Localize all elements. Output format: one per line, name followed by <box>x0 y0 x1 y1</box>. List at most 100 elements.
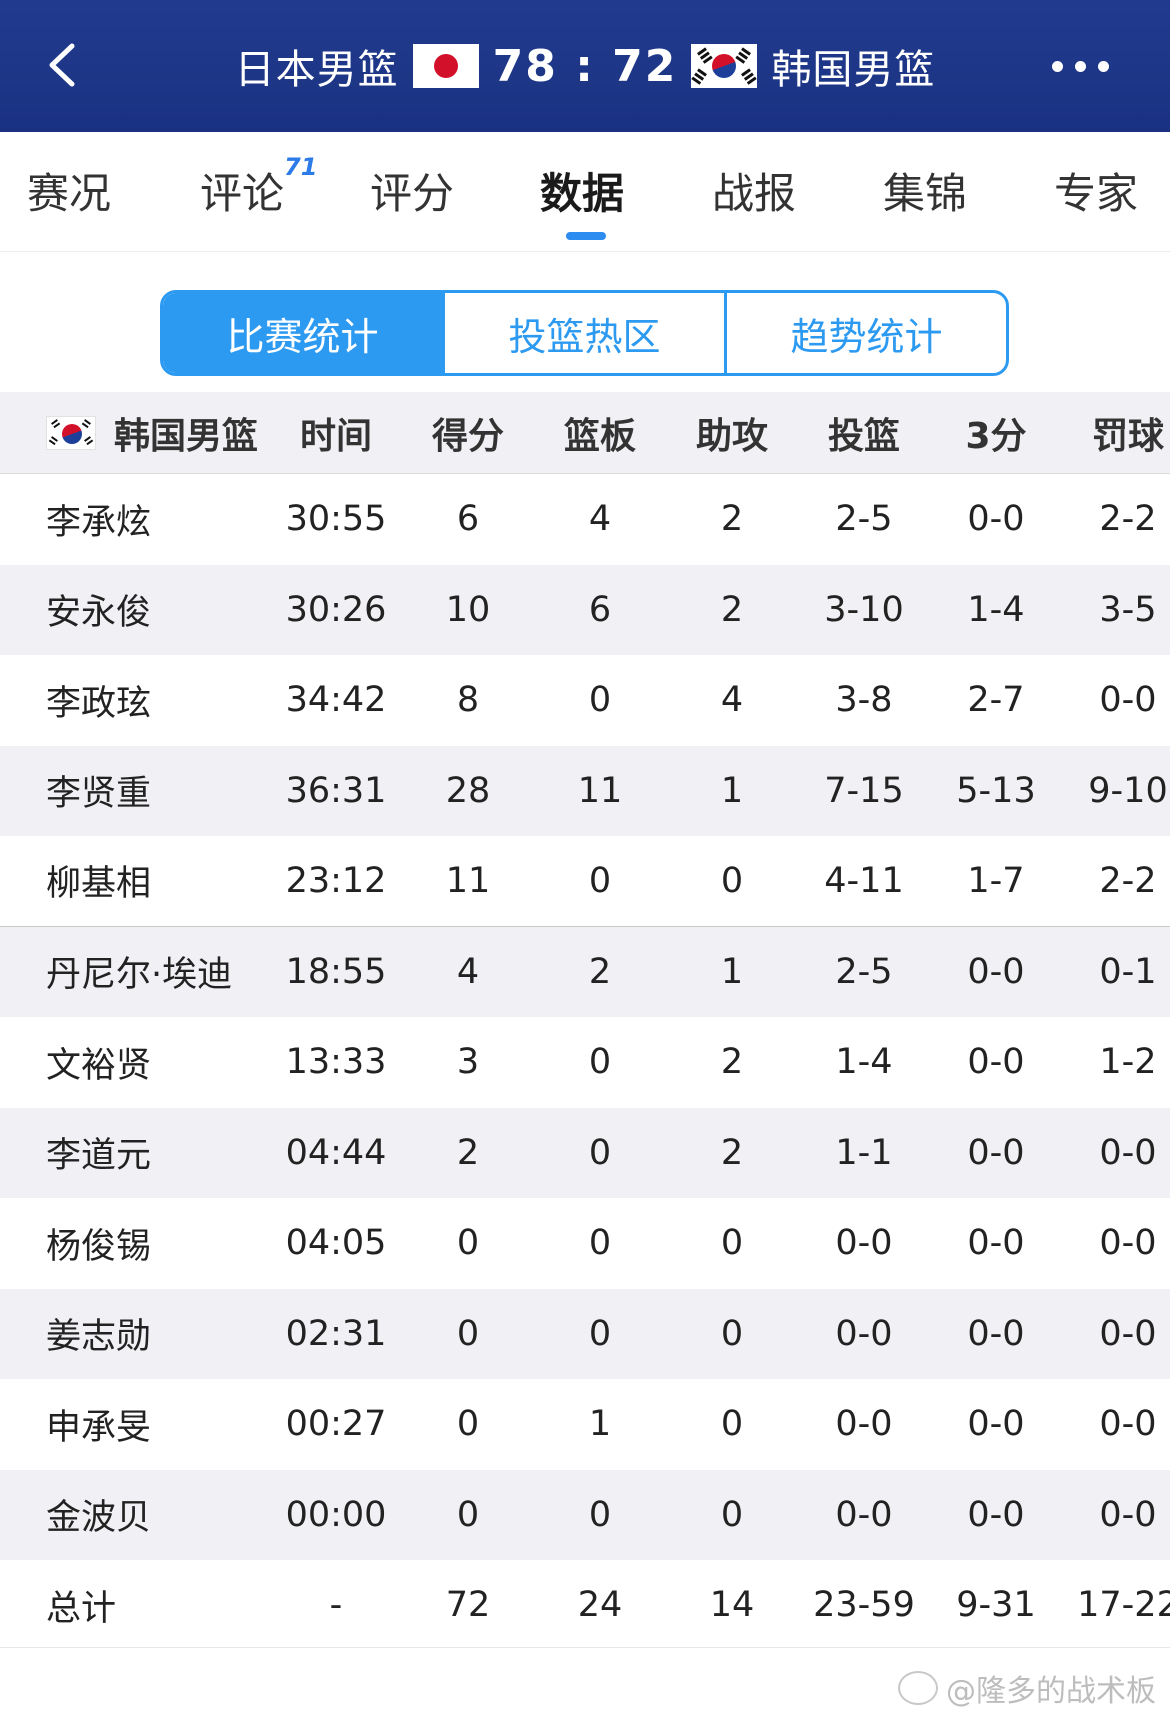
rebounds-cell: 0 <box>588 1313 612 1354</box>
field-goals-cell: 4-11 <box>824 860 904 901</box>
tab-report[interactable]: 战报 <box>712 160 796 221</box>
table-team-header: 韩国男篮 <box>46 392 258 473</box>
korea-flag-icon <box>46 415 96 450</box>
table-header: 韩国男篮 时间 得分 篮板 助攻 投篮 3分 罚球 <box>0 392 1170 474</box>
col-header-3pt[interactable]: 3分 <box>936 392 1056 473</box>
table-row[interactable]: 杨俊锡 04:05 0 0 0 0-0 0-0 0-0 <box>0 1198 1170 1289</box>
three-pointers-cell: 5-13 <box>956 770 1036 811</box>
match-header: 日本男篮 78 : 72 韩国男篮 <box>0 0 1170 132</box>
free-throws-cell: 0-0 <box>1099 1313 1157 1354</box>
three-pointers-cell: 0-0 <box>967 951 1025 992</box>
player-name-cell: 李政玹 <box>46 683 152 724</box>
free-throws-cell: 17-22 <box>1077 1585 1170 1626</box>
player-name-cell: 柳基相 <box>46 864 152 905</box>
segmented-control: 比赛统计 投篮热区 趋势统计 <box>160 290 1009 376</box>
segment-trend-stats[interactable]: 趋势统计 <box>724 293 1006 373</box>
tab-highlights[interactable]: 集锦 <box>883 160 967 221</box>
table-row[interactable]: 姜志勋 02:31 0 0 0 0-0 0-0 0-0 <box>0 1288 1170 1379</box>
assists-cell: 1 <box>720 951 744 992</box>
table-row[interactable]: 安永俊 30:26 10 6 2 3-10 1-4 3-5 <box>0 564 1170 655</box>
three-pointers-cell: 0-0 <box>967 1313 1025 1354</box>
assists-cell: 1 <box>720 770 744 811</box>
comment-count-badge: 71 <box>284 153 318 181</box>
free-throws-cell: 0-1 <box>1099 951 1157 992</box>
player-name-cell: 金波贝 <box>46 1498 152 1539</box>
free-throws-cell: 0-0 <box>1099 1494 1157 1535</box>
table-row[interactable]: 李道元 04:44 2 0 2 1-1 0-0 0-0 <box>0 1107 1170 1198</box>
table-row[interactable]: 李承炫 30:55 6 4 2 2-5 0-0 2-2 <box>0 474 1170 565</box>
free-throws-cell: 1-2 <box>1099 1042 1157 1083</box>
three-pointers-cell: 9-31 <box>956 1585 1036 1626</box>
tab-comments[interactable]: 评论71 <box>200 153 317 221</box>
minutes-cell: 04:44 <box>285 1132 387 1173</box>
active-tab-indicator <box>566 232 606 240</box>
assists-cell: 0 <box>720 1404 744 1445</box>
minutes-cell: - <box>329 1585 343 1626</box>
rebounds-cell: 0 <box>588 860 612 901</box>
table-row[interactable]: 李贤重 36:31 28 11 1 7-15 5-13 9-10 <box>0 745 1170 836</box>
col-header-assists[interactable]: 助攻 <box>672 392 792 473</box>
three-pointers-cell: 0-0 <box>967 1404 1025 1445</box>
three-pointers-cell: 0-0 <box>967 499 1025 540</box>
col-header-fg[interactable]: 投篮 <box>804 392 924 473</box>
field-goals-cell: 0-0 <box>835 1404 893 1445</box>
player-name-cell: 丹尼尔·埃迪 <box>46 955 233 996</box>
field-goals-cell: 23-59 <box>813 1585 915 1626</box>
tab-data[interactable]: 数据 <box>540 160 624 221</box>
points-cell: 11 <box>445 860 491 901</box>
more-icon[interactable] <box>1052 48 1122 84</box>
rebounds-cell: 4 <box>588 499 612 540</box>
assists-cell: 2 <box>720 499 744 540</box>
weibo-icon <box>898 1671 938 1705</box>
player-name-cell: 李道元 <box>46 1136 152 1177</box>
player-name-cell: 总计 <box>46 1588 117 1629</box>
assists-cell: 14 <box>709 1585 755 1626</box>
field-goals-cell: 1-4 <box>835 1042 893 1083</box>
field-goals-cell: 2-5 <box>835 499 893 540</box>
points-cell: 0 <box>456 1313 480 1354</box>
player-name-cell: 李承炫 <box>46 502 152 543</box>
tab-experts[interactable]: 专家 <box>1054 160 1138 221</box>
stats-subnav: 比赛统计 投篮热区 趋势统计 <box>0 252 1170 392</box>
col-header-rebounds[interactable]: 篮板 <box>540 392 660 473</box>
table-row[interactable]: 柳基相 23:12 11 0 0 4-11 1-7 2-2 <box>0 836 1170 927</box>
free-throws-cell: 3-5 <box>1099 589 1157 630</box>
points-cell: 28 <box>445 770 491 811</box>
minutes-cell: 30:26 <box>285 589 387 630</box>
col-header-points[interactable]: 得分 <box>408 392 528 473</box>
free-throws-cell: 2-2 <box>1099 860 1157 901</box>
free-throws-cell: 0-0 <box>1099 1223 1157 1264</box>
table-row[interactable]: 李政玹 34:42 8 0 4 3-8 2-7 0-0 <box>0 655 1170 746</box>
player-name-cell: 文裕贤 <box>46 1045 152 1086</box>
field-goals-cell: 3-10 <box>824 589 904 630</box>
table-row[interactable]: 丹尼尔·埃迪 18:55 4 2 1 2-5 0-0 0-1 <box>0 926 1170 1017</box>
player-name-cell: 申承旻 <box>46 1407 152 1448</box>
korea-flag-icon <box>691 44 758 88</box>
assists-cell: 0 <box>720 1494 744 1535</box>
minutes-cell: 04:05 <box>285 1223 387 1264</box>
table-row[interactable]: 金波贝 00:00 0 0 0 0-0 0-0 0-0 <box>0 1469 1170 1560</box>
score: 78 : 72 <box>492 40 678 92</box>
three-pointers-cell: 2-7 <box>967 680 1025 721</box>
segment-shot-chart[interactable]: 投篮热区 <box>442 293 724 373</box>
col-header-time[interactable]: 时间 <box>276 392 396 473</box>
points-cell: 0 <box>456 1223 480 1264</box>
tab-saikuang[interactable]: 赛况 <box>27 160 111 221</box>
table-row[interactable]: 文裕贤 13:33 3 0 2 1-4 0-0 1-2 <box>0 1017 1170 1108</box>
minutes-cell: 18:55 <box>285 951 387 992</box>
player-name-cell: 杨俊锡 <box>46 1226 152 1267</box>
assists-cell: 2 <box>720 589 744 630</box>
player-name-cell: 安永俊 <box>46 593 152 634</box>
minutes-cell: 34:42 <box>285 680 387 721</box>
rebounds-cell: 6 <box>588 589 612 630</box>
table-row[interactable]: 申承旻 00:27 0 1 0 0-0 0-0 0-0 <box>0 1379 1170 1470</box>
minutes-cell: 30:55 <box>285 499 387 540</box>
tab-ratings[interactable]: 评分 <box>370 160 454 221</box>
rebounds-cell: 24 <box>577 1585 623 1626</box>
rebounds-cell: 1 <box>588 1404 612 1445</box>
free-throws-cell: 0-0 <box>1099 1132 1157 1173</box>
segment-game-stats[interactable]: 比赛统计 <box>163 293 442 373</box>
assists-cell: 0 <box>720 1313 744 1354</box>
col-header-ft[interactable]: 罚球 <box>1068 392 1170 473</box>
assists-cell: 2 <box>720 1042 744 1083</box>
